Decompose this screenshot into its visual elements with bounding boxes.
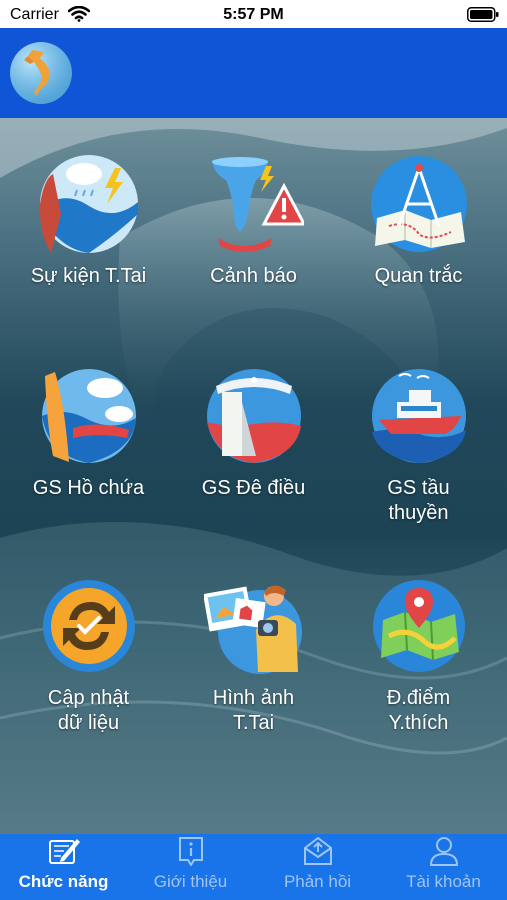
vietnam-globe-icon[interactable]: [10, 42, 72, 104]
tab-functions[interactable]: Chức năng: [0, 834, 127, 900]
functions-icon: [48, 839, 80, 864]
sync-data-icon: [42, 580, 135, 672]
tile-update-data[interactable]: Cập nhật dữ liệu: [4, 576, 173, 736]
disaster-photo-icon: [203, 585, 302, 674]
reservoir-icon: [41, 369, 136, 463]
tile-dike[interactable]: GS Đê điều: [169, 366, 338, 501]
ship-icon: [371, 369, 466, 463]
tile-disaster-photo[interactable]: Hình ảnh T.Tai: [169, 576, 338, 736]
tile-label: Sự kiện T.Tai: [30, 265, 147, 287]
bottom-tab-bar: Chức năng Giới thiệu Phản hồi Tài khoản: [0, 834, 507, 900]
tab-label: Tài khoản: [406, 872, 481, 891]
tile-label: GS Đê điều: [201, 477, 306, 499]
tile-label: Đ.điểm Y.thích: [386, 687, 451, 734]
tile-favorite-location[interactable]: Đ.điểm Y.thích: [334, 576, 503, 736]
dike-icon: [206, 369, 301, 463]
tile-label: Cập nhật dữ liệu: [47, 687, 130, 734]
tab-info[interactable]: Giới thiệu: [127, 834, 254, 900]
tab-label: Giới thiệu: [153, 872, 228, 891]
info-icon: [178, 837, 203, 866]
status-bar: Carrier 5:57 PM: [0, 0, 507, 28]
tile-warning[interactable]: Cảnh báo: [169, 154, 338, 289]
tile-label: Quan trắc: [374, 265, 463, 287]
tab-label: Phản hồi: [283, 872, 352, 891]
observation-map-icon: [370, 156, 467, 252]
clock-label: 5:57 PM: [223, 6, 284, 23]
tab-label: Chức năng: [18, 872, 109, 891]
tile-label: GS tầu thuyền: [387, 477, 450, 524]
warning-tornado-icon: [211, 157, 304, 252]
feedback-icon: [303, 836, 332, 865]
tile-observation[interactable]: Quan trắc: [334, 154, 503, 289]
tile-label: Cảnh báo: [210, 265, 297, 287]
tab-account[interactable]: Tài khoản: [380, 834, 507, 900]
account-icon: [429, 837, 458, 866]
favorite-location-icon: [372, 580, 465, 672]
tab-feedback[interactable]: Phản hồi: [254, 834, 381, 900]
tile-label: GS Hồ chứa: [32, 477, 145, 499]
function-grid-area: Sự kiện T.Tai Cảnh báo Quan trắc GS Hồ c…: [0, 118, 507, 834]
tile-ship[interactable]: GS tầu thuyền: [334, 366, 503, 526]
battery-icon: [467, 7, 499, 27]
disaster-event-icon: [39, 155, 138, 253]
tile-disaster-event[interactable]: Sự kiện T.Tai: [4, 154, 173, 289]
tile-label: Hình ảnh T.Tai: [212, 687, 295, 734]
app-header: [0, 28, 507, 118]
tile-reservoir[interactable]: GS Hồ chứa: [4, 366, 173, 501]
